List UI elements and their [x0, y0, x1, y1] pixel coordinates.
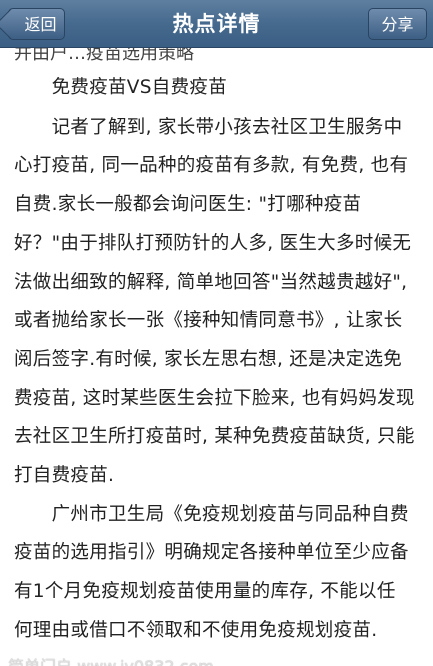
watermark: 简单门户 www.jy0832.com [8, 653, 214, 666]
article-line: 广州市卫生局《免疫规划疫苗与同品种自费 [14, 504, 409, 525]
article-line: 阅后签字.有时候, 家长左思右想, 还是决定选免 [14, 349, 403, 370]
article-line: 自费.家长一般都会询问医生: "打哪种疫苗 [14, 194, 362, 215]
navigation-bar: 返回 热点详情 分享 [0, 0, 433, 48]
article-line: 法做出细致的解释, 简单地回答"当然越贵越好", [14, 272, 408, 293]
article-line: 疫苗的选用指引》明确规定各接种单位至少应备 [14, 542, 409, 563]
article-line: 好？"由于排队打预防针的人多, 医生大多时候无 [14, 233, 412, 254]
article-line: 心打疫苗, 同一品种的疫苗有多款, 有免费, 也有 [14, 155, 409, 176]
article-line: 去社区卫生所打疫苗时, 某种免费疫苗缺货, 只能 [14, 426, 415, 447]
article-partial-line: 并由户…疫苗选用策略 [14, 48, 194, 64]
article-line: 或者抛给家长一张《接种知情同意书》, 让家长 [14, 310, 403, 331]
article-line: 打自费疫苗. [14, 465, 115, 486]
article-line: 有1个月免疫规划疫苗使用量的库存, 不能以任 [14, 581, 396, 602]
article-subheading: 免费疫苗VS自费疫苗 [14, 77, 227, 98]
article-content[interactable]: 并由户…疫苗选用策略 免费疫苗VS自费疫苗 记者了解到, 家长带小孩去社区卫生服… [0, 48, 433, 666]
article-line: 记者了解到, 家长带小孩去社区卫生服务中 [14, 117, 403, 138]
article-line: 费疫苗, 这时某些医生会拉下脸来, 也有妈妈发现 [14, 388, 415, 409]
share-button[interactable]: 分享 [368, 8, 427, 40]
article-line: 何理由或借口不领取和不使用免疫规划疫苗. [14, 620, 378, 641]
